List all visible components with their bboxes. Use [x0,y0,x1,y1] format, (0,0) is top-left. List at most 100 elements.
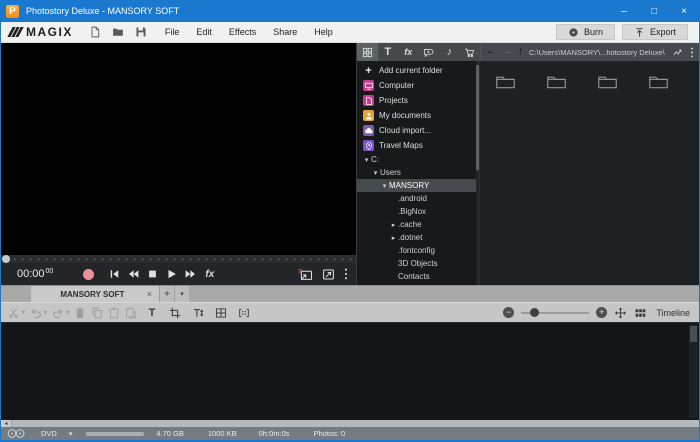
shortcut-my-documents[interactable]: My documents [357,108,479,123]
close-button[interactable]: × [669,0,699,22]
shortcut-computer[interactable]: Computer [357,78,479,93]
shortcut-cloud-import[interactable]: Cloud import... [357,123,479,138]
shortcut-label: Computer [379,81,414,90]
tree-scrollbar-thumb[interactable] [476,65,479,170]
playhead-knob[interactable] [2,255,10,263]
mediapool-tab-text[interactable]: T [378,43,399,61]
tree-item-dotnet[interactable]: ▸.dotnet [357,231,479,244]
menu-edit[interactable]: Edit [196,27,212,37]
folder-item-icon[interactable] [597,74,618,90]
tree-scrollbar[interactable] [476,61,479,285]
transport-menu-dots-icon[interactable] [344,268,348,280]
project-tab[interactable]: MANSORY SOFT × [31,286,159,302]
tree-item-c[interactable]: ▾C: [357,153,479,166]
timeline-vertical-scrollbar-thumb[interactable] [690,326,697,342]
fit-view-icon[interactable] [614,307,627,319]
fullscreen-icon[interactable] [322,268,335,281]
save-project-icon[interactable] [135,26,147,38]
cast-icon[interactable] [297,268,313,281]
zoom-out-button[interactable]: − [503,307,514,318]
transport-play-button[interactable] [165,268,178,280]
scroll-left-arrow[interactable]: ◂ [1,420,12,427]
tab-list-dropdown[interactable]: ▾ [174,286,189,302]
new-project-icon[interactable] [89,26,101,38]
seek-bar[interactable] [1,255,356,263]
mediapool-tab-store[interactable] [460,43,481,61]
zoom-slider-knob[interactable] [530,308,539,317]
chevron-open-icon[interactable]: ▾ [371,169,380,177]
storyboard-view-icon[interactable] [634,307,647,319]
delete-icon [74,307,86,319]
timeline-area[interactable] [1,322,699,420]
titlebar: P Photostory Deluxe - MANSORY SOFT – □ × [1,0,699,22]
disc-type-value[interactable]: DVD [41,429,57,438]
mediapool-tab-media[interactable] [357,43,378,61]
nav-forward-icon[interactable]: → [502,47,512,57]
menu-help[interactable]: Help [314,27,333,37]
chevron-closed-icon[interactable]: ▸ [389,221,398,229]
chevron-closed-icon[interactable]: ▸ [389,234,398,242]
current-path[interactable]: C:\Users\MANSORY\...hotostory Deluxe\ [529,48,666,57]
tree-item-3d-objects[interactable]: 3D Objects [357,257,479,270]
timeline-vertical-scrollbar[interactable] [689,325,698,418]
mediapool-tab-intro-outro[interactable] [419,43,440,61]
toolbar-grid-button[interactable] [215,307,227,319]
toolbar-crop-button[interactable] [169,307,181,319]
pin-icon [363,140,374,151]
zoom-slider[interactable] [521,312,589,314]
shortcut-travel-maps[interactable]: Travel Maps [357,138,479,153]
transport-fast-forward-button[interactable] [184,268,197,280]
tree-item-bignox[interactable]: .BigNox [357,205,479,218]
menu-file[interactable]: File [165,27,180,37]
mediapool-tab-music[interactable]: ♪ [439,43,460,61]
dropdown-caret-icon[interactable]: ▾ [44,309,47,316]
shortcut-projects[interactable]: Projects [357,93,479,108]
transport-effects-button[interactable]: fx [203,268,216,280]
tree-item-contacts[interactable]: Contacts [357,270,479,283]
add-current-folder[interactable]: + Add current folder [357,63,479,78]
maximize-button[interactable]: □ [639,0,669,22]
toolbar-title-editor-button[interactable] [192,307,204,319]
timeline-toolbar: ▾ ▾ ▾ T − + Timeline [1,302,699,322]
chevron-open-icon[interactable]: ▾ [362,156,371,164]
timeline-mode-button[interactable]: Timeline [656,308,690,318]
tree-item-users[interactable]: ▾Users [357,166,479,179]
new-tab-button[interactable]: + [159,286,174,302]
menu-effects[interactable]: Effects [229,27,256,37]
folder-item-icon[interactable] [495,74,516,90]
sort-icon[interactable] [672,47,684,58]
video-preview[interactable] [1,43,356,255]
tab-close-icon[interactable]: × [147,289,152,299]
minimize-button[interactable]: – [609,0,639,22]
transport-skip-start-button[interactable] [108,268,121,280]
zoom-in-button[interactable]: + [596,307,607,318]
folder-item-icon[interactable] [546,74,567,90]
nav-up-icon[interactable]: ↑ [518,47,523,57]
toolbar-redo-button: ▾ [52,307,69,319]
open-project-icon[interactable] [112,26,124,38]
timeline-horizontal-scrollbar[interactable]: ◂ [1,420,699,427]
tree-item-fontconfig[interactable]: .fontconfig [357,244,479,257]
photo-count: Photos: 0 [314,429,346,438]
transport-stop-button[interactable] [146,268,159,280]
toolbar-group-button[interactable] [238,307,250,319]
mediapool-tab-effects[interactable]: fx [398,43,419,61]
menu-share[interactable]: Share [273,27,297,37]
toolbar-insert-title-button[interactable]: T [146,307,158,319]
folder-item-icon[interactable] [648,74,669,90]
zoom-controls: − + Timeline [503,307,692,319]
record-button[interactable] [83,269,94,280]
export-button[interactable]: Export [622,24,688,40]
seek-ticks [14,258,354,260]
tree-item-cache[interactable]: ▸.cache [357,218,479,231]
mediapool-menu-dots-icon[interactable] [690,47,694,58]
tree-item-mansory[interactable]: ▾MANSORY [357,179,479,192]
burn-button[interactable]: Burn [556,24,615,40]
transport-rewind-button[interactable] [127,268,140,280]
tree-item-android[interactable]: .android [357,192,479,205]
nav-back-icon[interactable]: ← [486,47,496,57]
dropdown-caret-icon[interactable]: ▾ [22,309,25,316]
disc-type-dropdown[interactable]: ▾ [69,429,73,438]
chevron-open-icon[interactable]: ▾ [380,182,389,190]
dropdown-caret-icon[interactable]: ▾ [66,309,69,316]
